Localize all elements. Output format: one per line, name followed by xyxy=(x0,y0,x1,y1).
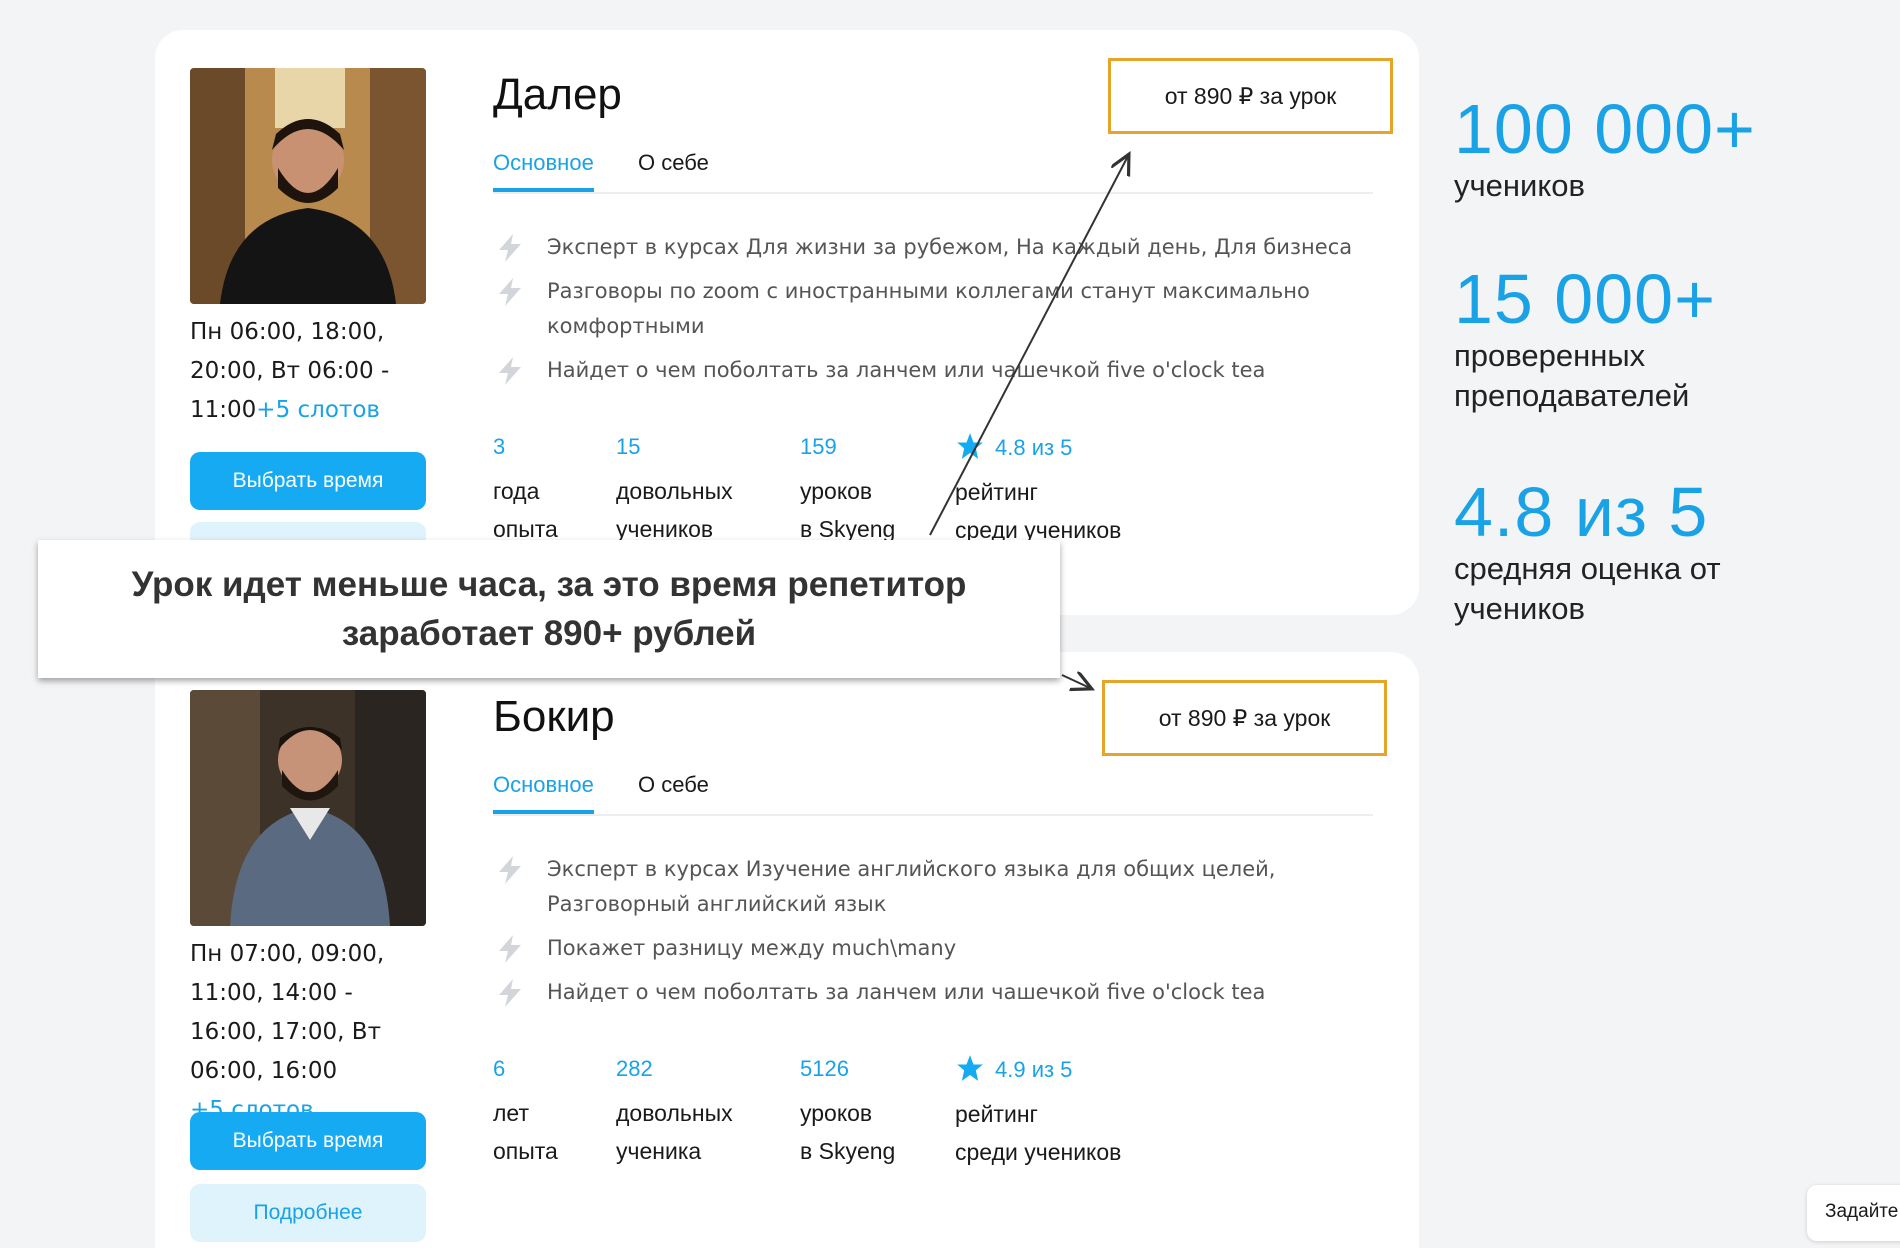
choose-time-button[interactable]: Выбрать время xyxy=(190,452,426,510)
tab-about[interactable]: О себе xyxy=(638,150,709,188)
ask-question-button[interactable]: Задайте xyxy=(1807,1185,1900,1241)
stat-students: 15 довольных учеников xyxy=(616,434,733,542)
tab-main[interactable]: Основное xyxy=(493,772,594,814)
features-list: Эксперт в курсах Изучение английского яз… xyxy=(493,852,1373,1019)
tutor-photo[interactable] xyxy=(190,68,426,304)
choose-time-button[interactable]: Выбрать время xyxy=(190,1112,426,1170)
tutor-name: Далер xyxy=(493,70,622,119)
bolt-icon xyxy=(499,234,521,262)
stat-rating: 4.8 из 5 рейтинг среди учеников xyxy=(955,432,1121,549)
more-slots-link[interactable]: +5 слотов xyxy=(256,397,380,423)
tutor-card-bokir: Пн 07:00, 09:00, 11:00, 14:00 - 16:00, 1… xyxy=(155,652,1419,1248)
tutor-card-daler: Пн 06:00, 18:00, 20:00, Вт 06:00 - 11:00… xyxy=(155,30,1419,615)
stat-lessons: 159 уроков в Skyeng xyxy=(800,434,896,542)
tutor-name: Бокир xyxy=(493,692,615,741)
more-button[interactable]: Подробнее xyxy=(190,1184,426,1242)
bolt-icon xyxy=(499,856,521,884)
stat-lessons: 5126 уроков в Skyeng xyxy=(800,1056,896,1164)
feature-item: Эксперт в курсах Изучение английского яз… xyxy=(493,852,1373,922)
side-stat-teachers: 15 000+ проверенных преподавателей xyxy=(1454,260,1716,413)
feature-item: Эксперт в курсах Для жизни за рубежом, Н… xyxy=(493,230,1373,265)
feature-item: Найдет о чем поболтать за ланчем или чаш… xyxy=(493,353,1373,388)
bolt-icon xyxy=(499,935,521,963)
feature-item: Покажет разницу между much\many xyxy=(493,931,1373,966)
tab-main[interactable]: Основное xyxy=(493,150,594,192)
stat-rating: 4.9 из 5 рейтинг среди учеников xyxy=(955,1054,1121,1171)
tab-about[interactable]: О себе xyxy=(638,772,709,810)
bolt-icon xyxy=(499,979,521,1007)
tutor-stats: 3 года опыта 15 довольных учеников 159 у… xyxy=(493,432,1193,543)
schedule-times: Пн 07:00, 09:00, 11:00, 14:00 - 16:00, 1… xyxy=(190,941,385,1084)
tutor-stats: 6 лет опыта 282 довольных ученика 5126 у… xyxy=(493,1054,1193,1165)
feature-item: Разговоры по zoom с иностранными коллега… xyxy=(493,274,1373,344)
more-button-partial[interactable] xyxy=(190,522,426,542)
star-icon xyxy=(957,433,983,459)
bolt-icon xyxy=(499,278,521,306)
side-stat-rating: 4.8 из 5 средняя оценка от учеников xyxy=(1454,473,1721,626)
feature-item: Найдет о чем поболтать за ланчем или чаш… xyxy=(493,975,1373,1010)
schedule: Пн 07:00, 09:00, 11:00, 14:00 - 16:00, 1… xyxy=(190,935,430,1130)
stat-students: 282 довольных ученика xyxy=(616,1056,733,1164)
schedule: Пн 06:00, 18:00, 20:00, Вт 06:00 - 11:00… xyxy=(190,313,430,430)
bolt-icon xyxy=(499,357,521,385)
side-stat-students: 100 000+ учеников xyxy=(1454,90,1756,203)
star-icon xyxy=(957,1055,983,1081)
annotation-caption: Урок идет меньше часа, за это время репе… xyxy=(38,540,1060,678)
tutor-tabs: Основное О себе xyxy=(493,150,1373,194)
price-box: от 890 ₽ за урок xyxy=(1108,58,1393,134)
features-list: Эксперт в курсах Для жизни за рубежом, Н… xyxy=(493,230,1373,397)
tutor-tabs: Основное О себе xyxy=(493,772,1373,816)
stat-experience: 3 года опыта xyxy=(493,434,558,542)
tutor-photo[interactable] xyxy=(190,690,426,926)
price-box: от 890 ₽ за урок xyxy=(1102,680,1387,756)
stat-experience: 6 лет опыта xyxy=(493,1056,558,1164)
